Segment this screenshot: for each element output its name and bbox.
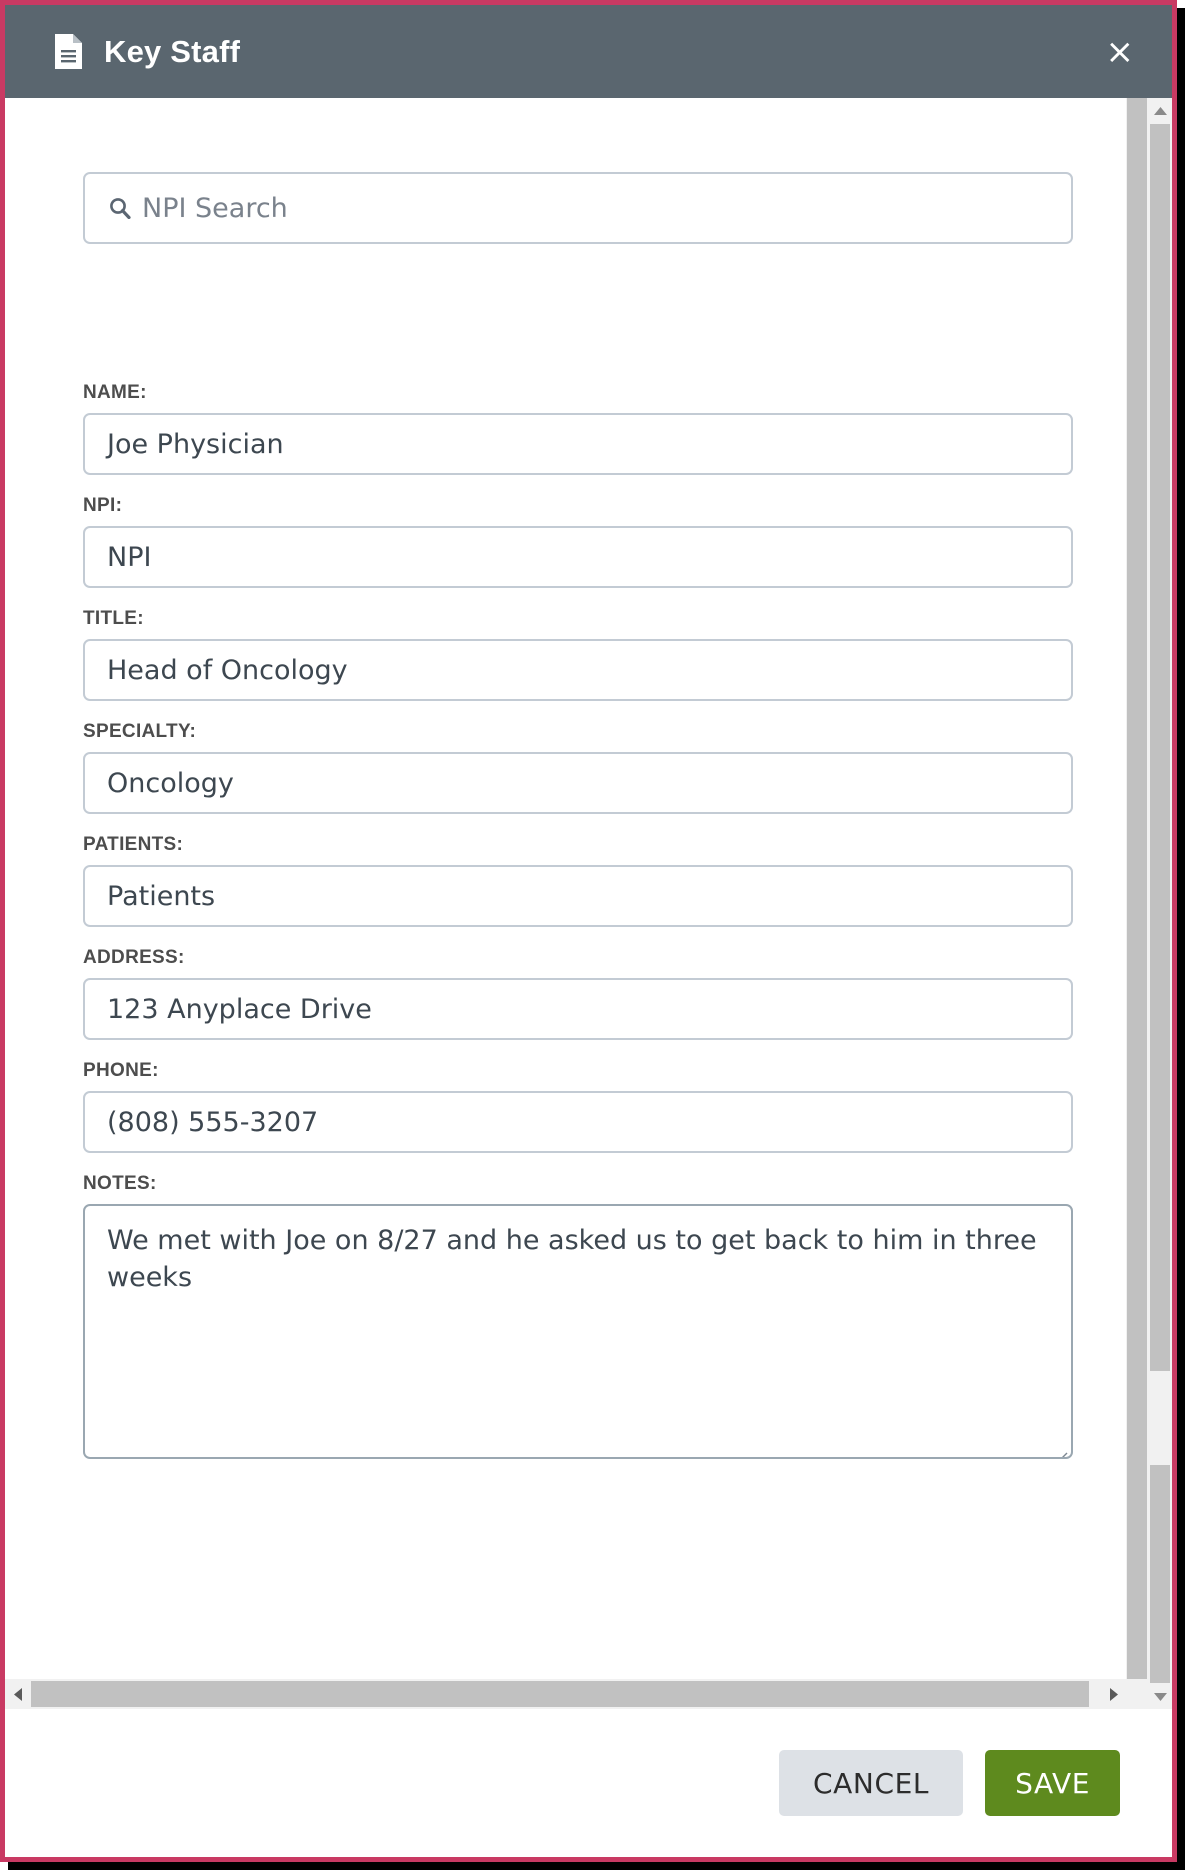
specialty-input[interactable]: Oncology [83, 752, 1073, 814]
field-label: PHONE: [83, 1060, 159, 1081]
modal-title: Key Staff [104, 34, 241, 69]
horizontal-scrollbar-track[interactable] [31, 1679, 1100, 1709]
inner-vertical-scrollbar[interactable] [1125, 98, 1148, 1679]
field-specialty: SPECIALTY: Oncology [83, 721, 1073, 814]
staff-fields: NAME: Joe Physician NPI: NPI TITLE: Head… [83, 382, 1073, 1459]
field-phone: PHONE: (808) 555-3207 [83, 1060, 1073, 1153]
field-title: TITLE: Head of Oncology [83, 608, 1073, 701]
scroll-up-arrow-icon[interactable] [1148, 98, 1172, 124]
outer-vertical-scrollbar-thumb-lower[interactable] [1150, 1464, 1170, 1683]
field-npi: NPI: NPI [83, 495, 1073, 588]
npi-search-placeholder: NPI Search [142, 192, 288, 224]
phone-input[interactable]: (808) 555-3207 [83, 1091, 1073, 1153]
save-button[interactable]: SAVE [985, 1750, 1120, 1816]
field-label: NOTES: [83, 1173, 157, 1194]
modal-titlebar: Key Staff × [5, 5, 1172, 98]
field-label: TITLE: [83, 608, 144, 629]
outer-vertical-scrollbar-thumb[interactable] [1150, 124, 1170, 1372]
search-icon [109, 197, 131, 220]
close-icon[interactable]: × [1106, 35, 1135, 69]
npi-search-wrapper: NPI Search [83, 172, 1073, 244]
modal-body: NPI Search NAME: Joe Physician NPI: NPI [5, 98, 1172, 1709]
field-label: NPI: [83, 495, 123, 516]
titlebar-left-group: Key Staff [55, 34, 240, 69]
resize-grip-icon[interactable] [1052, 1438, 1068, 1457]
modal-body-main: NPI Search NAME: Joe Physician NPI: NPI [5, 98, 1148, 1709]
address-input[interactable]: 123 Anyplace Drive [83, 978, 1073, 1040]
horizontal-scrollbar[interactable] [5, 1679, 1148, 1709]
document-icon [55, 34, 82, 69]
scroll-left-arrow-icon[interactable] [5, 1679, 31, 1709]
scrollbar-corner [1126, 1679, 1148, 1709]
npi-input[interactable]: NPI [83, 526, 1073, 588]
name-input[interactable]: Joe Physician [83, 413, 1073, 475]
form-scroll-area: NPI Search NAME: Joe Physician NPI: NPI [5, 98, 1125, 1679]
field-address: ADDRESS: 123 Anyplace Drive [83, 947, 1073, 1040]
notes-textarea[interactable]: We met with Joe on 8/27 and he asked us … [83, 1204, 1073, 1459]
title-input[interactable]: Head of Oncology [83, 639, 1073, 701]
outer-vertical-scrollbar[interactable] [1148, 98, 1172, 1709]
npi-search-input[interactable]: NPI Search [83, 172, 1073, 244]
outer-vertical-scrollbar-track[interactable] [1148, 124, 1172, 1683]
field-label: ADDRESS: [83, 947, 185, 968]
outer-vertical-scrollbar-gap [1150, 1371, 1170, 1465]
field-notes: NOTES: We met with Joe on 8/27 and he as… [83, 1173, 1073, 1459]
field-label: PATIENTS: [83, 834, 184, 855]
scroll-right-arrow-icon[interactable] [1100, 1679, 1126, 1709]
inner-vertical-scrollbar-thumb[interactable] [1127, 98, 1147, 1679]
field-patients: PATIENTS: Patients [83, 834, 1073, 927]
scroll-down-arrow-icon[interactable] [1148, 1683, 1172, 1709]
field-label: SPECIALTY: [83, 721, 197, 742]
scrollable-content-row: NPI Search NAME: Joe Physician NPI: NPI [5, 98, 1148, 1679]
field-name: NAME: Joe Physician [83, 382, 1073, 475]
modal-footer: CANCEL SAVE [5, 1709, 1172, 1857]
notes-text: We met with Joe on 8/27 and he asked us … [107, 1225, 1037, 1294]
field-label: NAME: [83, 382, 147, 403]
cancel-button[interactable]: CANCEL [779, 1750, 964, 1816]
patients-input[interactable]: Patients [83, 865, 1073, 927]
horizontal-scrollbar-thumb[interactable] [31, 1681, 1090, 1707]
key-staff-modal: Key Staff × NPI Search NAME: Joe Physici… [0, 0, 1177, 1862]
